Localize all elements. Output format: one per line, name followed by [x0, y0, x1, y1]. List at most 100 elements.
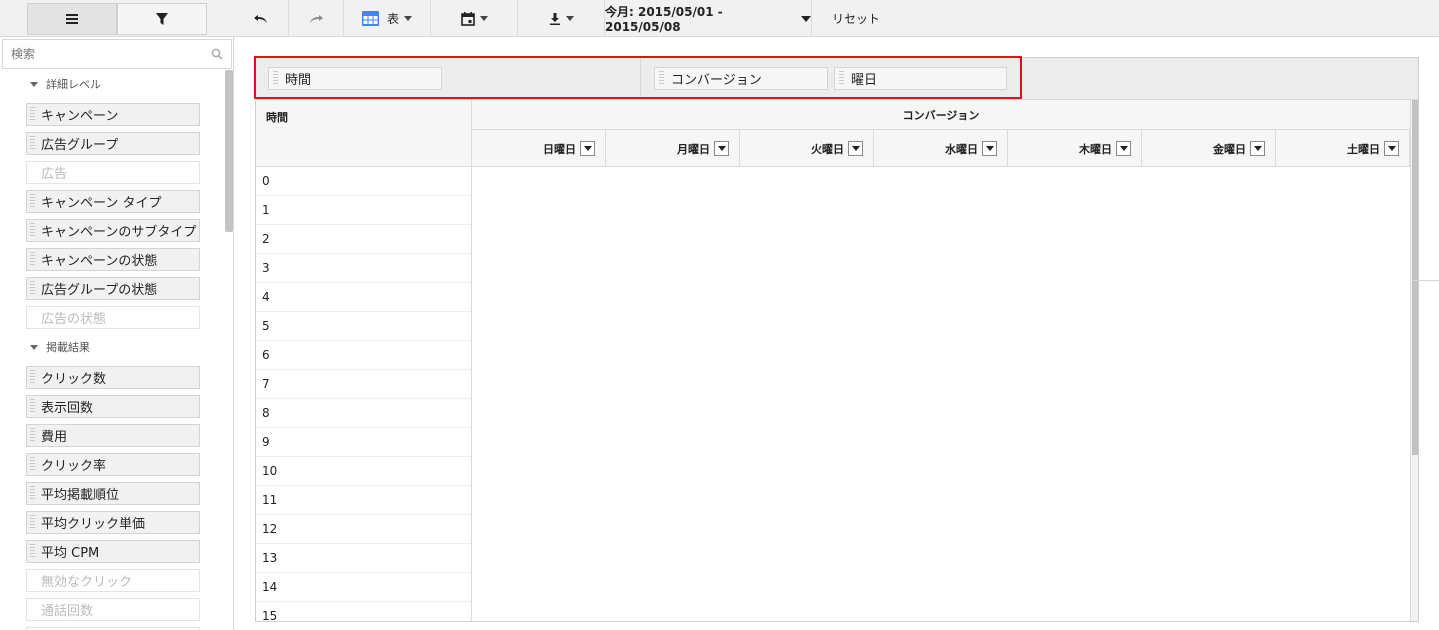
- undo-button[interactable]: [234, 0, 289, 37]
- redo-button[interactable]: [289, 0, 344, 37]
- search-field[interactable]: [2, 39, 232, 69]
- field-chip[interactable]: キャンペーン タイプ: [26, 190, 200, 213]
- table-row: 3: [256, 254, 471, 283]
- chevron-down-icon: [479, 16, 488, 21]
- day-column-header: 火曜日: [740, 130, 874, 167]
- chevron-down-icon: [583, 146, 592, 151]
- day-column-header: 日曜日: [472, 130, 606, 167]
- table-row: 5: [256, 312, 471, 341]
- field-label: 広告グループ: [41, 138, 119, 153]
- search-icon: [211, 48, 223, 60]
- table-row: 15: [256, 602, 471, 621]
- field-chip[interactable]: クリック数: [26, 366, 200, 389]
- chevron-down-icon: [717, 146, 726, 151]
- field-chip[interactable]: 表示回数: [26, 395, 200, 418]
- column-dimension-chip[interactable]: 曜日: [834, 67, 1007, 90]
- search-input[interactable]: [3, 40, 203, 68]
- field-label: キャンペーン タイプ: [41, 196, 162, 211]
- divider: [1411, 280, 1439, 281]
- sidebar-tabs: [0, 0, 234, 37]
- field-label: キャンペーンのサブタイプ: [41, 225, 197, 240]
- day-column-header: 土曜日: [1276, 130, 1410, 167]
- table-row: 2: [256, 225, 471, 254]
- section-header[interactable]: 詳細レベル: [28, 74, 101, 94]
- field-label: 表示回数: [41, 401, 94, 416]
- redo-icon: [310, 14, 323, 23]
- download-button[interactable]: [518, 0, 605, 37]
- reset-label: リセット: [831, 12, 880, 26]
- column-dropdown-button[interactable]: [714, 141, 729, 156]
- chevron-down-icon: [801, 15, 811, 22]
- chevron-down-icon: [1387, 146, 1396, 151]
- scrollbar-thumb[interactable]: [1412, 100, 1418, 455]
- undo-icon: [254, 14, 267, 23]
- filter-icon: [156, 13, 168, 25]
- triangle-down-icon: [30, 81, 38, 87]
- reset-button[interactable]: リセット: [812, 0, 900, 37]
- field-chip[interactable]: クリック率: [26, 453, 200, 476]
- field-label: 広告グループの状態: [41, 283, 158, 298]
- field-chip[interactable]: 平均掲載順位: [26, 482, 200, 505]
- sidebar: 詳細レベルキャンペーン広告グループ広告キャンペーン タイプキャンペーンのサブタイ…: [0, 0, 234, 630]
- table-row: 12: [256, 515, 471, 544]
- row-header: 時間: [256, 100, 471, 167]
- row-dimension-label: 時間: [285, 73, 312, 88]
- chevron-down-icon: [1253, 146, 1262, 151]
- table-row: 8: [256, 399, 471, 428]
- row-header-column: 時間 0 1 2 3 4 5 6 7 8 9 10 11 12 13 14 15: [256, 100, 472, 621]
- field-chip[interactable]: キャンペーン: [26, 103, 200, 126]
- column-metric-chip[interactable]: コンバージョン: [654, 67, 828, 90]
- day-header-row: 日曜日 月曜日 火曜日 水曜日 木曜日 金曜日 土曜日: [472, 130, 1410, 167]
- day-label: 木曜日: [1079, 142, 1112, 156]
- column-dropdown-button[interactable]: [1250, 141, 1265, 156]
- field-chip[interactable]: 広告グループ: [26, 132, 200, 155]
- column-dropdown-button[interactable]: [1384, 141, 1399, 156]
- field-label: 費用: [41, 430, 68, 445]
- column-dropdown-button[interactable]: [580, 141, 595, 156]
- pivot-table: 時間 コンバージョン 曜日 時間 0 1 2 3 4 5 6 7 8 9 10 11 12 13 14 15 …: [255, 57, 1419, 622]
- table-icon: [361, 11, 379, 26]
- table-row: 9: [256, 428, 471, 457]
- section-header[interactable]: 掲載結果: [28, 337, 90, 357]
- view-select[interactable]: 表: [344, 0, 431, 37]
- row-dimension-chip[interactable]: 時間: [268, 67, 442, 90]
- chevron-down-icon: [851, 146, 860, 151]
- day-column-header: 木曜日: [1008, 130, 1142, 167]
- field-chip[interactable]: キャンペーンのサブタイプ: [26, 219, 200, 242]
- day-column-header: 金曜日: [1142, 130, 1276, 167]
- column-dropdown-button[interactable]: [848, 141, 863, 156]
- pivot-dimension-bar: 時間 コンバージョン 曜日: [256, 58, 1418, 100]
- calendar-icon: [460, 11, 475, 26]
- divider: [640, 58, 641, 100]
- day-column-header: 水曜日: [874, 130, 1008, 167]
- field-label: クリック数: [41, 372, 107, 387]
- field-chip[interactable]: 平均 CPM: [26, 540, 200, 563]
- field-label: 通話回数: [41, 604, 94, 619]
- field-chip[interactable]: 平均クリック単価: [26, 511, 200, 534]
- column-metric-label: コンバージョン: [671, 73, 762, 88]
- tab-fields[interactable]: [27, 3, 117, 35]
- field-chip[interactable]: 通話回数: [26, 598, 200, 621]
- section-label: 詳細レベル: [46, 78, 101, 91]
- column-dropdown-button[interactable]: [982, 141, 997, 156]
- chevron-down-icon: [565, 16, 574, 21]
- table-scrollbar[interactable]: [1410, 100, 1418, 621]
- field-chip[interactable]: 広告の状態: [26, 306, 200, 329]
- table-row: 0: [256, 167, 471, 196]
- metric-header: コンバージョン: [472, 100, 1410, 130]
- field-chip[interactable]: 広告グループの状態: [26, 277, 200, 300]
- field-chip[interactable]: キャンペーンの状態: [26, 248, 200, 271]
- field-label: クリック率: [41, 459, 107, 474]
- date-range-select[interactable]: 今月: 2015/05/01 - 2015/05/08: [605, 0, 812, 37]
- date-range-label: 今月: 2015/05/01 - 2015/05/08: [605, 5, 723, 34]
- field-chip[interactable]: 広告: [26, 161, 200, 184]
- calendar-button[interactable]: [431, 0, 518, 37]
- field-chip[interactable]: 費用: [26, 424, 200, 447]
- table-row: 13: [256, 544, 471, 573]
- field-chip[interactable]: 無効なクリック: [26, 569, 200, 592]
- chevron-down-icon: [1119, 146, 1128, 151]
- column-dropdown-button[interactable]: [1116, 141, 1131, 156]
- day-label: 日曜日: [543, 142, 576, 156]
- sidebar-scrollbar[interactable]: [225, 70, 233, 232]
- tab-filter[interactable]: [117, 3, 207, 35]
